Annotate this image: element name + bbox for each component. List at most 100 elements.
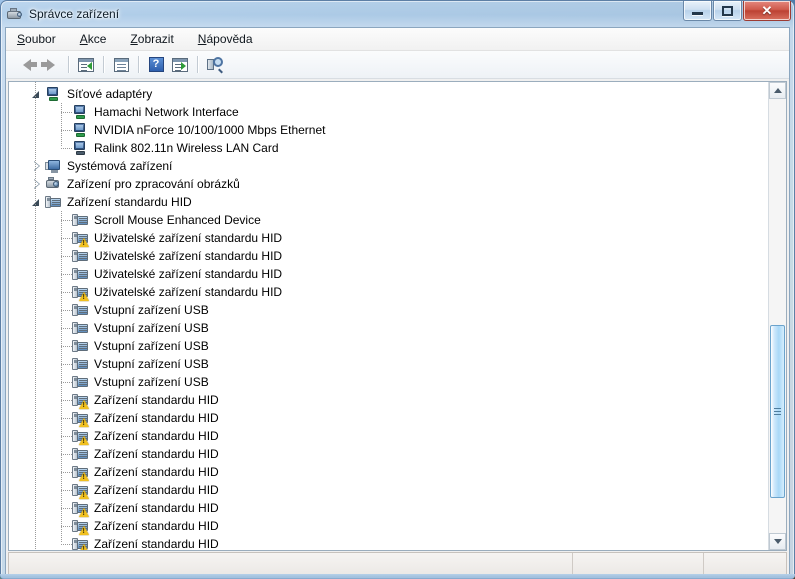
tree-row[interactable]: Zařízení standardu HID (9, 499, 768, 517)
tree-row[interactable]: Zařízení standardu HID (9, 409, 768, 427)
scroll-up-button[interactable] (769, 82, 786, 99)
tree-row-label: Ralink 802.11n Wireless LAN Card (94, 141, 279, 155)
device-tree[interactable]: Síťové adaptéry Hamachi Network Interface… (9, 82, 768, 550)
toolbar-separator-3 (138, 56, 139, 73)
window-title: Správce zařízení (29, 6, 120, 21)
show-hidden-button[interactable] (74, 53, 98, 76)
properties-button[interactable] (109, 53, 133, 76)
tree-row[interactable]: Zařízení standardu HID (9, 463, 768, 481)
tree-row[interactable]: Hamachi Network Interface (9, 103, 768, 121)
device-tree-panel: Síťové adaptéry Hamachi Network Interface… (8, 81, 787, 551)
menu-zobrazit[interactable]: Zobrazit (128, 30, 184, 48)
menu-soubor[interactable]: Soubor (15, 30, 67, 48)
collapse-triangle-icon[interactable] (29, 157, 45, 175)
help-button[interactable]: ? (144, 53, 168, 76)
maximize-icon (722, 5, 733, 16)
tree-row[interactable]: Vstupní zařízení USB (9, 355, 768, 373)
tree-row-label: Zařízení standardu HID (67, 195, 192, 209)
maximize-button[interactable] (713, 1, 742, 21)
tree-row[interactable]: Zařízení standardu HID (9, 517, 768, 535)
tree-row-label: Zařízení standardu HID (94, 465, 219, 479)
tree-row[interactable]: Zařízení standardu HID (9, 427, 768, 445)
tree-row-label: Síťové adaptéry (67, 87, 153, 101)
hid-device-icon (72, 518, 89, 535)
tree-row[interactable]: Vstupní zařízení USB (9, 337, 768, 355)
update-driver-button[interactable] (168, 53, 192, 76)
menu-bar: Soubor Akce Zobrazit Nápověda (6, 28, 789, 51)
hid-device-icon (72, 428, 89, 445)
collapse-triangle-icon[interactable] (29, 175, 45, 193)
tree-connector (61, 490, 72, 491)
scroll-down-button[interactable] (769, 533, 786, 550)
network-adapter-icon (72, 104, 88, 120)
hid-device-icon (72, 266, 88, 282)
tree-connector (61, 526, 72, 527)
device-manager-window: Správce zařízení ✕ Soubor Akce Zobrazit … (0, 0, 795, 579)
tree-connector (61, 130, 72, 131)
imaging-device-icon (45, 176, 61, 192)
tree-row-label: Zařízení pro zpracování obrázků (67, 177, 240, 191)
tree-connector (61, 256, 72, 257)
tree-row-label: Vstupní zařízení USB (94, 303, 209, 317)
tree-row[interactable]: Zařízení standardu HID (9, 445, 768, 463)
tree-row[interactable]: Uživatelské zařízení standardu HID (9, 247, 768, 265)
expand-triangle-icon[interactable] (29, 193, 45, 211)
close-button[interactable]: ✕ (743, 1, 791, 21)
hid-device-icon (72, 212, 88, 228)
minimize-button[interactable] (683, 1, 712, 21)
tree-row[interactable]: Uživatelské zařízení standardu HID (9, 265, 768, 283)
minimize-icon (692, 12, 703, 15)
tree-connector (61, 238, 72, 239)
window-back-icon (78, 57, 94, 72)
menu-napoveda[interactable]: Nápověda (196, 30, 264, 48)
tree-row-label: NVIDIA nForce 10/100/1000 Mbps Ethernet (94, 123, 326, 137)
tree-row-label: Hamachi Network Interface (94, 105, 239, 119)
hid-device-icon (72, 410, 89, 427)
warning-icon (79, 490, 89, 499)
title-bar[interactable]: Správce zařízení ✕ (0, 0, 795, 27)
tree-row[interactable]: Zařízení standardu HID (9, 391, 768, 409)
forward-button[interactable] (39, 53, 63, 76)
tree-connector (61, 544, 72, 545)
scrollbar-grip-icon (774, 408, 781, 410)
menu-akce[interactable]: Akce (78, 30, 118, 48)
hid-device-icon (72, 536, 89, 550)
tree-row[interactable]: Vstupní zařízení USB (9, 301, 768, 319)
window-bottom-edge (0, 574, 795, 579)
tree-row[interactable]: Zařízení standardu HID (9, 481, 768, 499)
tree-row[interactable]: Scroll Mouse Enhanced Device (9, 211, 768, 229)
toolbar-separator-4 (197, 56, 198, 73)
tree-connector (61, 328, 72, 329)
tree-row[interactable]: Uživatelské zařízení standardu HID (9, 229, 768, 247)
window-controls: ✕ (682, 1, 791, 21)
tree-row[interactable]: Systémová zařízení (9, 157, 768, 175)
tree-row[interactable]: Síťové adaptéry (9, 85, 768, 103)
scan-hardware-button[interactable] (203, 53, 227, 76)
hid-device-icon (72, 500, 89, 517)
close-icon: ✕ (761, 3, 773, 18)
warning-icon (79, 526, 89, 535)
tree-row[interactable]: Zařízení standardu HID (9, 535, 768, 550)
tree-connector (61, 418, 72, 419)
network-adapter-icon (45, 86, 61, 102)
tree-row[interactable]: Ralink 802.11n Wireless LAN Card (9, 139, 768, 157)
tree-connector (61, 112, 72, 113)
tree-row[interactable]: Zařízení standardu HID (9, 193, 768, 211)
vertical-scrollbar[interactable] (768, 82, 786, 550)
tree-connector (61, 400, 72, 401)
network-adapter-disabled-icon (72, 140, 88, 156)
device-manager-icon (7, 6, 23, 22)
window-forward-icon (172, 57, 188, 72)
expand-triangle-icon[interactable] (29, 85, 45, 103)
tree-row[interactable]: Vstupní zařízení USB (9, 319, 768, 337)
tree-row[interactable]: Uživatelské zařízení standardu HID (9, 283, 768, 301)
hid-device-icon (72, 248, 88, 264)
tree-row-label: Zařízení standardu HID (94, 447, 219, 461)
scrollbar-thumb[interactable] (770, 324, 785, 499)
tree-row-label: Zařízení standardu HID (94, 483, 219, 497)
back-button[interactable] (15, 53, 39, 76)
tree-row[interactable]: Zařízení pro zpracování obrázků (9, 175, 768, 193)
client-area: Soubor Akce Zobrazit Nápověda ? Síťové a… (5, 27, 790, 574)
tree-row[interactable]: NVIDIA nForce 10/100/1000 Mbps Ethernet (9, 121, 768, 139)
tree-row[interactable]: Vstupní zařízení USB (9, 373, 768, 391)
